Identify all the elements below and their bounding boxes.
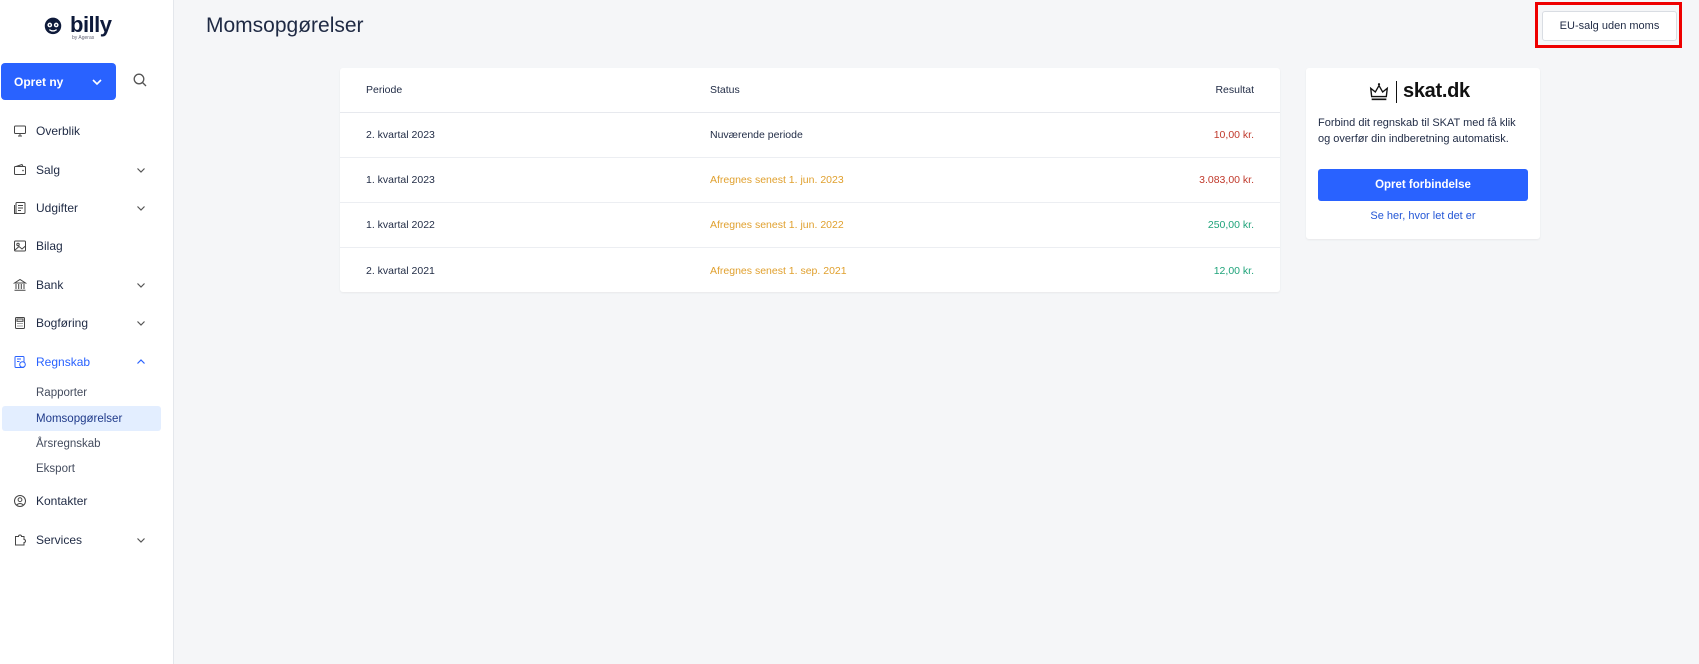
sidebar: billy by Ageras Opret ny Overblik Salg U… [0, 0, 174, 664]
row-status: Afregnes senest 1. sep. 2021 [710, 264, 847, 277]
row-status: Nuværende periode [710, 129, 803, 141]
puzzle-icon [15, 534, 26, 545]
sidebar-item-label: Overblik [36, 124, 81, 139]
sidebar-item-label: Bank [36, 277, 64, 292]
skat-description: Forbind dit regnskab til SKAT med få kli… [1318, 117, 1516, 145]
calculator-icon [15, 317, 25, 330]
sidebar-subitem-arsregnskab[interactable]: Årsregnskab [0, 431, 174, 456]
billy-face-icon [44, 17, 62, 35]
crown-icon [1369, 82, 1389, 100]
sidebar-subitem-rapporter[interactable]: Rapporter [0, 381, 174, 406]
sidebar-item-overblik[interactable]: Overblik [0, 112, 174, 150]
image-icon [14, 240, 26, 252]
sidebar-item-services[interactable]: Services [0, 520, 174, 558]
chevron-down-icon [137, 537, 145, 543]
row-result: 12,00 kr. [1213, 264, 1254, 277]
row-period: 2. kvartal 2023 [366, 129, 435, 141]
sidebar-item-label: Udgifter [36, 200, 79, 215]
see-how-easy-link[interactable]: Se her, hvor let det er [1306, 210, 1540, 222]
sidebar-item-label: Regnskab [36, 354, 91, 369]
sidebar-item-regnskab[interactable]: Regnskab [0, 342, 174, 380]
sidebar-item-label: Salg [36, 162, 61, 177]
skat-connect-card: skat.dk Forbind dit regnskab til SKAT me… [1306, 68, 1540, 239]
sidebar-item-kontakter[interactable]: Kontakter [0, 482, 174, 520]
sidebar-item-udgifter[interactable]: Udgifter [0, 189, 174, 227]
search-icon[interactable] [132, 72, 148, 88]
row-status: Afregnes senest 1. jun. 2023 [710, 174, 844, 186]
sidebar-subitem-eksport[interactable]: Eksport [0, 457, 174, 482]
receipt-icon [14, 201, 26, 214]
chevron-up-icon [137, 358, 145, 364]
sidebar-item-bank[interactable]: Bank [0, 266, 174, 304]
bank-icon [13, 278, 27, 291]
vat-returns-table: Periode Status Resultat 2. kvartal 2023 … [340, 68, 1280, 292]
skat-logo: skat.dk [1368, 80, 1470, 103]
page-title: Momsopgørelser [206, 14, 364, 37]
sidebar-item-label: Bogføring [36, 316, 89, 331]
sidebar-item-label: Services [36, 532, 83, 547]
table-row[interactable]: 1. kvartal 2022 Afregnes senest 1. jun. … [340, 203, 1280, 248]
accounting-icon [14, 355, 26, 368]
monitor-icon [14, 125, 26, 137]
create-new-button[interactable]: Opret ny [1, 63, 116, 100]
sidebar-item-label: Kontakter [36, 494, 88, 509]
chevron-down-icon [137, 206, 145, 211]
sidebar-nav: Overblik Salg Udgifter Bilag Bank Bogfør… [0, 112, 174, 559]
sidebar-subitem-momsopgorelser[interactable]: Momsopgørelser [2, 406, 161, 432]
row-status: Afregnes senest 1. jun. 2022 [710, 219, 844, 231]
create-new-label: Opret ny [14, 74, 64, 89]
highlight-box [1535, 2, 1682, 48]
table-row[interactable]: 2. kvartal 2023 Nuværende periode 10,00 … [340, 113, 1280, 158]
table-row[interactable]: 1. kvartal 2023 Afregnes senest 1. jun. … [340, 158, 1280, 203]
chevron-down-icon [137, 167, 145, 173]
sidebar-item-salg[interactable]: Salg [0, 150, 174, 188]
sidebar-item-bilag[interactable]: Bilag [0, 227, 174, 265]
brand-sub: by Ageras [72, 35, 95, 41]
table-header: Periode Status Resultat [340, 68, 1280, 113]
table-row[interactable]: 2. kvartal 2021 Afregnes senest 1. sep. … [340, 248, 1280, 293]
sidebar-item-label: Bilag [36, 239, 63, 254]
sidebar-item-bogforing[interactable]: Bogføring [0, 304, 174, 342]
row-period: 2. kvartal 2021 [366, 264, 435, 277]
row-result: 3.083,00 kr. [1199, 174, 1254, 186]
row-result: 10,00 kr. [1213, 129, 1254, 141]
chevron-down-icon [137, 282, 145, 288]
skat-logo-text: skat.dk [1403, 80, 1470, 102]
wallet-icon [14, 163, 26, 175]
chevron-down-icon [137, 321, 145, 326]
contact-icon [14, 495, 26, 508]
row-period: 1. kvartal 2022 [366, 219, 435, 231]
column-header-result: Resultat [1215, 84, 1254, 96]
column-header-status: Status [710, 84, 740, 96]
create-connection-button[interactable]: Opret forbindelse [1318, 169, 1528, 201]
row-result: 250,00 kr. [1207, 219, 1254, 231]
skat-logo-separator [1396, 80, 1397, 103]
chevron-down-icon [92, 78, 102, 85]
column-header-period: Periode [366, 84, 403, 96]
row-period: 1. kvartal 2023 [366, 174, 435, 186]
